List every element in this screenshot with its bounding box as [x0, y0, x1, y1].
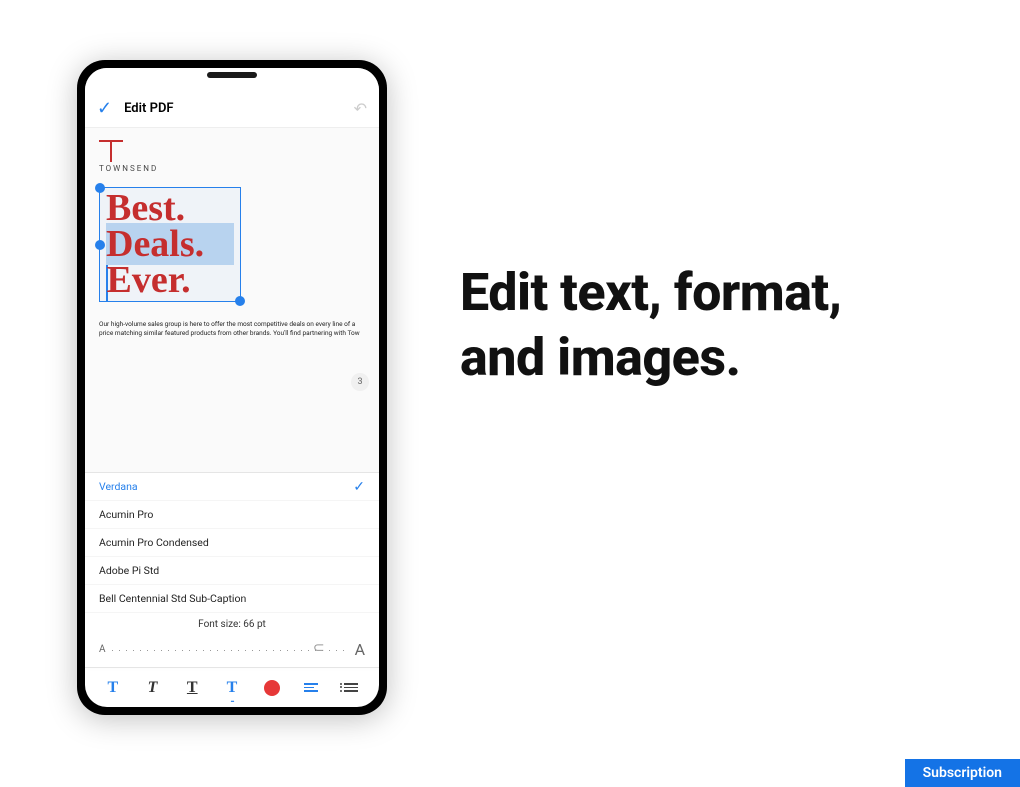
font-panel: Verdana ✓ Acumin Pro Acumin Pro Condense… — [85, 472, 379, 667]
color-swatch-icon — [264, 680, 280, 696]
selection-handle-icon[interactable] — [235, 296, 245, 306]
headline-line[interactable]: Ever. — [106, 262, 234, 301]
page-count-badge: 3 — [351, 373, 369, 391]
text-selection-box[interactable]: Best. Deals. Ever. — [99, 187, 241, 302]
selection-handle-icon[interactable] — [95, 240, 105, 250]
font-option-label: Verdana — [99, 480, 138, 493]
brand-name: TOWNSEND — [99, 164, 365, 173]
font-option[interactable]: Bell Centennial Std Sub-Caption — [85, 585, 379, 613]
align-icon — [304, 683, 318, 692]
selected-check-icon: ✓ — [353, 479, 365, 495]
font-option[interactable]: Acumin Pro Condensed — [85, 529, 379, 557]
header-title: Edit PDF — [124, 101, 354, 116]
italic-button[interactable]: T — [139, 674, 167, 702]
list-button[interactable] — [337, 674, 365, 702]
font-option-label: Bell Centennial Std Sub-Caption — [99, 592, 246, 605]
undo-icon[interactable]: ↶ — [354, 99, 367, 118]
selection-handle-icon[interactable] — [95, 183, 105, 193]
app-header: ✓ Edit PDF ↶ — [85, 90, 379, 128]
headline-line[interactable]: Deals. — [106, 226, 234, 262]
slider-thumb-icon[interactable]: ⊂ — [313, 640, 325, 656]
font-option-label: Acumin Pro — [99, 508, 153, 521]
color-button[interactable] — [258, 674, 286, 702]
font-size-slider[interactable]: A ⊂ A — [85, 636, 379, 667]
underline-button[interactable]: T — [178, 674, 206, 702]
headline-line[interactable]: Best. — [106, 190, 234, 226]
status-bar — [85, 68, 379, 90]
marketing-tagline: Edit text, format, and images. — [460, 260, 930, 390]
format-toolbar: T T T T — [85, 667, 379, 707]
font-option[interactable]: Verdana ✓ — [85, 473, 379, 501]
brand-logo-icon — [99, 140, 123, 162]
size-large-icon: A — [355, 640, 365, 659]
size-small-icon: A — [99, 644, 106, 655]
font-option-label: Acumin Pro Condensed — [99, 536, 209, 549]
subscription-badge[interactable]: Subscription — [905, 759, 1020, 787]
bold-button[interactable]: T — [99, 674, 127, 702]
phone-mockup: ✓ Edit PDF ↶ TOWNSEND Best. Deals. Ever.… — [77, 60, 387, 715]
font-option[interactable]: Acumin Pro — [85, 501, 379, 529]
document-area[interactable]: TOWNSEND Best. Deals. Ever. 3 Our high-v… — [85, 128, 379, 472]
list-icon — [344, 683, 358, 692]
document-body-text: Our high-volume sales group is here to o… — [99, 320, 365, 337]
align-button[interactable] — [297, 674, 325, 702]
slider-track[interactable]: ⊂ — [112, 641, 349, 659]
font-option-label: Adobe Pi Std — [99, 564, 159, 577]
done-check-icon[interactable]: ✓ — [97, 98, 112, 119]
font-size-label: Font size: 66 pt — [85, 613, 379, 636]
phone-screen: ✓ Edit PDF ↶ TOWNSEND Best. Deals. Ever.… — [85, 68, 379, 707]
font-option[interactable]: Adobe Pi Std — [85, 557, 379, 585]
more-text-button[interactable]: T — [218, 674, 246, 702]
